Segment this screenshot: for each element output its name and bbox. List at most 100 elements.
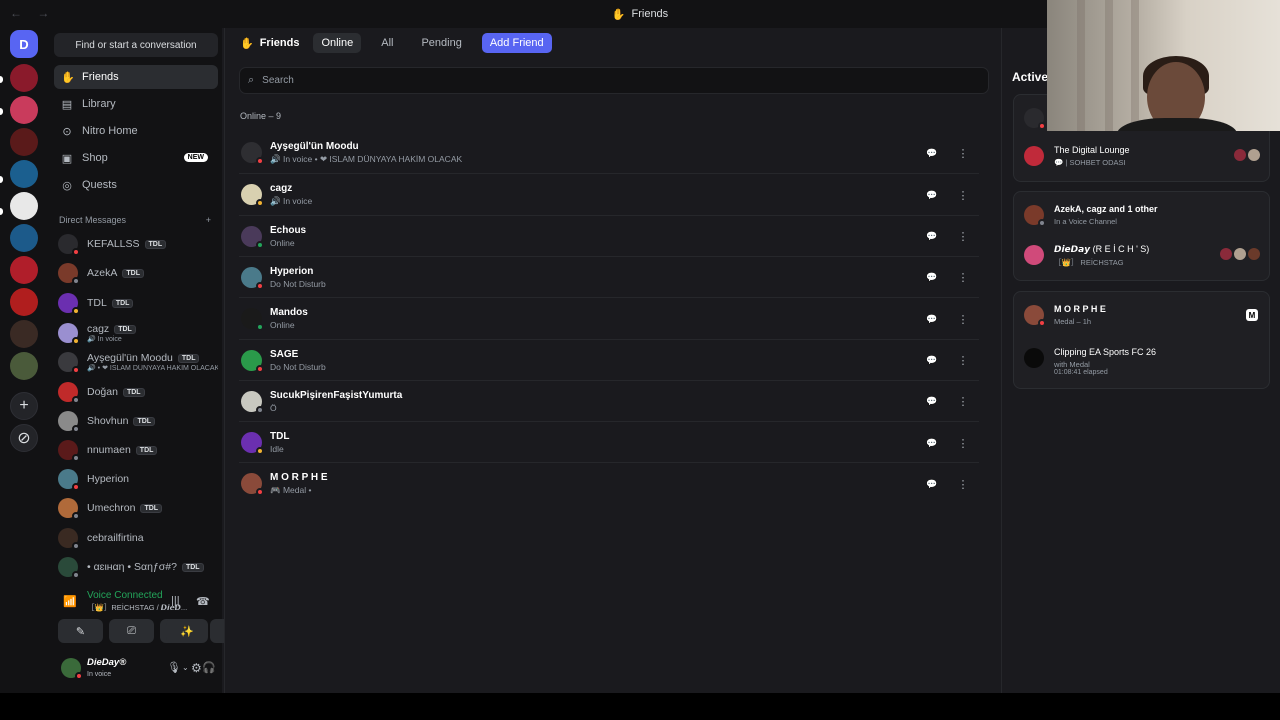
- server-icon[interactable]: [10, 64, 38, 92]
- server-icon[interactable]: [10, 320, 38, 348]
- camera-toggle-button[interactable]: ✎: [58, 619, 103, 643]
- more-vertical-icon[interactable]: ⋮: [954, 144, 972, 162]
- dm-item[interactable]: Ayşegül'ün Moodu TDL 🔊 • ❤ ISLAM DÜNYAYA H…: [58, 348, 218, 376]
- tab-online[interactable]: Online: [313, 33, 362, 53]
- user-display-name[interactable]: DieDay®: [87, 657, 126, 668]
- soundboard-button[interactable]: ✨: [166, 619, 208, 643]
- dm-item[interactable]: nnumaen TDL: [58, 436, 218, 464]
- activity-title: AzekA, cagz and 1 other: [1054, 204, 1158, 214]
- activity-card[interactable]: AzekA, cagz and 1 other In a Voice Channe…: [1013, 191, 1270, 281]
- add-friend-button[interactable]: Add Friend: [481, 33, 552, 53]
- dm-item[interactable]: Hyperion: [58, 465, 218, 493]
- signal-icon: 📶: [63, 596, 77, 608]
- participant-avatar: [1248, 248, 1260, 260]
- gamepad-icon: 🎮: [270, 485, 283, 496]
- dm-item[interactable]: • αɛιнαη • Sαηƒσ#? TDL: [58, 553, 218, 581]
- server-icon[interactable]: [10, 288, 38, 316]
- message-icon[interactable]: 💬: [923, 310, 941, 328]
- dm-item[interactable]: Shovhun TDL: [58, 407, 218, 435]
- headphones-icon[interactable]: 🎧: [202, 661, 216, 674]
- server-icon[interactable]: [10, 192, 38, 220]
- window-title: ✋ Friends: [612, 8, 668, 21]
- more-vertical-icon[interactable]: ⋮: [954, 228, 972, 246]
- friend-name: TDL: [270, 431, 290, 443]
- friend-row[interactable]: Hyperion Do Not Disturb 💬 ⋮: [239, 255, 979, 297]
- sidebar-item-nitro-home[interactable]: ⊙ Nitro Home: [54, 119, 218, 143]
- headphones-chevron-down-icon[interactable]: ⌄: [172, 663, 179, 672]
- friend-row[interactable]: TDL Idle 💬 ⋮: [239, 421, 979, 462]
- participant-avatar: [1234, 149, 1246, 161]
- server-rail: D + ⊘: [0, 28, 48, 693]
- friend-row[interactable]: SAGE Do Not Disturb 💬 ⋮: [239, 338, 979, 380]
- dm-text: TDL TDL: [87, 297, 134, 309]
- server-icon[interactable]: [10, 224, 38, 252]
- message-icon[interactable]: 💬: [923, 393, 941, 411]
- activity-row: AzekA, cagz and 1 other In a Voice Channe…: [1024, 202, 1260, 228]
- dm-item[interactable]: Doğan TDL: [58, 378, 218, 406]
- server-icon[interactable]: [10, 352, 38, 380]
- sidebar-item-shop[interactable]: ▣ Shop NEW: [54, 146, 218, 170]
- friend-row[interactable]: cagz 🔊 In voice 💬 ⋮: [239, 173, 979, 214]
- find-conversation-button[interactable]: Find or start a conversation: [54, 33, 218, 57]
- disconnect-icon[interactable]: ☎: [196, 595, 210, 608]
- dm-item[interactable]: TDL TDL: [58, 289, 218, 317]
- more-vertical-icon[interactable]: ⋮: [954, 434, 972, 452]
- dm-name-text: Umechron: [87, 502, 136, 514]
- noise-suppression-icon[interactable]: |||: [171, 595, 180, 607]
- message-icon[interactable]: 💬: [923, 352, 941, 370]
- more-vertical-icon[interactable]: ⋮: [954, 310, 972, 328]
- server-icon[interactable]: [10, 96, 38, 124]
- message-icon[interactable]: 💬: [923, 186, 941, 204]
- dm-item[interactable]: KEFALLSS TDL: [58, 230, 218, 258]
- tab-all[interactable]: All: [373, 33, 401, 53]
- history-nav[interactable]: ← →: [10, 6, 55, 20]
- voice-status-title[interactable]: Voice Connected: [87, 590, 163, 601]
- friend-row[interactable]: Echous Online 💬 ⋮: [239, 214, 979, 256]
- dm-item[interactable]: cebrailfirtina: [58, 524, 218, 552]
- message-icon[interactable]: 💬: [923, 434, 941, 452]
- dm-text: Umechron TDL: [87, 502, 163, 514]
- friend-avatar: [241, 390, 264, 414]
- sidebar-item-library[interactable]: ▤ Library: [54, 92, 218, 116]
- server-icon[interactable]: [10, 128, 38, 156]
- friend-avatar: [241, 266, 264, 290]
- more-vertical-icon[interactable]: ⋮: [954, 269, 972, 287]
- screen-share-button[interactable]: ⎚: [109, 619, 154, 643]
- search-input[interactable]: [262, 75, 963, 86]
- more-vertical-icon[interactable]: ⋮: [954, 186, 972, 204]
- sidebar-item-quests[interactable]: ◎ Quests: [54, 173, 218, 197]
- sidebar-item-friends[interactable]: ✋ Friends: [54, 65, 218, 89]
- dm-name-text: Ayşegül'ün Moodu: [87, 352, 173, 364]
- unread-indicator: [0, 208, 3, 215]
- user-avatar[interactable]: [61, 658, 83, 680]
- dm-name: TDL TDL: [87, 297, 134, 309]
- message-icon[interactable]: 💬: [923, 144, 941, 162]
- message-icon[interactable]: 💬: [923, 475, 941, 493]
- message-icon[interactable]: 💬: [923, 269, 941, 287]
- discord-home-button[interactable]: D: [10, 30, 38, 58]
- more-vertical-icon[interactable]: ⋮: [954, 393, 972, 411]
- more-vertical-icon[interactable]: ⋮: [954, 475, 972, 493]
- tab-pending[interactable]: Pending: [413, 33, 469, 53]
- friend-row[interactable]: Mandos Online 💬 ⋮: [239, 297, 979, 338]
- friend-row[interactable]: M O R P H E 🎮 Medal • 💬 ⋮: [239, 462, 979, 503]
- mic-chevron-down-icon[interactable]: ⌄: [182, 663, 189, 672]
- screen-share-icon: ⎚: [127, 624, 136, 637]
- add-server-button[interactable]: +: [10, 392, 38, 420]
- status-dot: [256, 323, 264, 332]
- settings-gear-icon[interactable]: ⚙: [191, 661, 202, 675]
- discover-button[interactable]: ⊘: [10, 424, 38, 452]
- friend-row[interactable]: Ayşegül'ün Moodu 🔊 In voice • ❤ ISLAM DÜN…: [239, 132, 979, 173]
- more-vertical-icon[interactable]: ⋮: [954, 352, 972, 370]
- friend-row[interactable]: SucukPişirenFaşistYumurta Ö 💬 ⋮: [239, 379, 979, 421]
- activity-row: 𝘿𝙞𝙚𝘿𝙖𝙮 (R E İ C H ' S) ［👑］ REİCHSTAG: [1024, 242, 1260, 268]
- create-dm-button[interactable]: +: [206, 215, 211, 225]
- friend-status-text: Idle: [270, 444, 284, 455]
- message-icon[interactable]: 💬: [923, 228, 941, 246]
- dm-item[interactable]: AzekA TDL: [58, 259, 218, 287]
- server-icon[interactable]: [10, 160, 38, 188]
- activity-card[interactable]: M O R P H E Medal – 1h M Clipping EA Sports…: [1013, 291, 1270, 389]
- server-icon[interactable]: [10, 256, 38, 284]
- dm-item[interactable]: Umechron TDL: [58, 494, 218, 522]
- dm-item[interactable]: cagz TDL 🔊 In voice: [58, 319, 218, 347]
